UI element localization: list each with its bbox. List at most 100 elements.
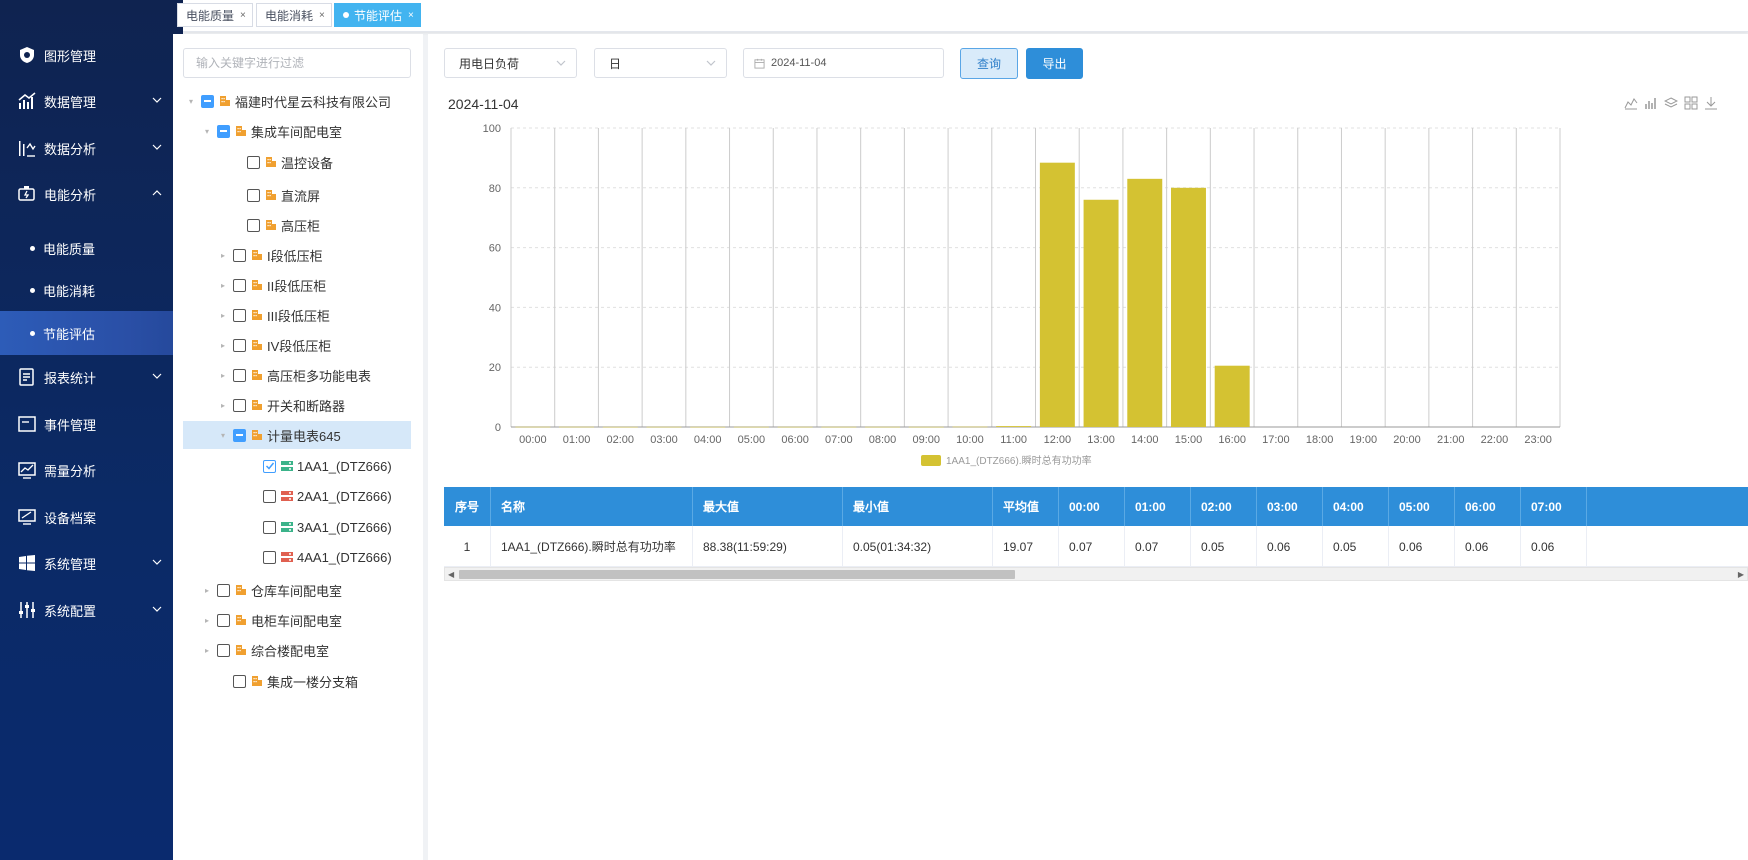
expand-arrow-icon[interactable]: ▾ bbox=[201, 127, 213, 136]
column-header[interactable]: 最大值 bbox=[693, 487, 843, 526]
date-picker[interactable]: 2024-11-04 bbox=[743, 48, 944, 78]
tree-checkbox[interactable] bbox=[217, 613, 230, 627]
sidebar-item-devices[interactable]: 设备档案 bbox=[0, 497, 183, 537]
tree-node[interactable]: ▾ 福建时代星云科技有限公司 bbox=[185, 87, 391, 115]
tree-checkbox[interactable] bbox=[247, 155, 260, 169]
tree-checkbox[interactable] bbox=[233, 338, 246, 352]
tree-node[interactable]: 集成一楼分支箱 bbox=[217, 667, 358, 695]
line-chart-icon[interactable] bbox=[1624, 96, 1638, 110]
column-header[interactable]: 07:00 bbox=[1521, 487, 1587, 526]
column-header[interactable]: 最小值 bbox=[843, 487, 993, 526]
bar-chart-icon[interactable] bbox=[1644, 96, 1658, 110]
column-header[interactable]: 05:00 bbox=[1389, 487, 1455, 526]
column-header[interactable]: 04:00 bbox=[1323, 487, 1389, 526]
expand-arrow-icon[interactable]: ▸ bbox=[217, 401, 229, 410]
tree-node[interactable]: 直流屏 bbox=[231, 181, 320, 209]
tree-node[interactable]: 高压柜 bbox=[231, 211, 320, 239]
stack-icon[interactable] bbox=[1664, 96, 1678, 110]
load-type-select[interactable]: 用电日负荷 bbox=[444, 48, 577, 78]
tab-power-quality[interactable]: 电能质量 × bbox=[177, 3, 253, 27]
scrollbar-thumb[interactable] bbox=[459, 570, 1015, 579]
query-button[interactable]: 查询 bbox=[960, 48, 1018, 79]
tree-filter-input[interactable] bbox=[183, 48, 411, 78]
tree-node[interactable]: ▸ 综合楼配电室 bbox=[201, 636, 329, 664]
tree-checkbox[interactable] bbox=[217, 643, 230, 657]
tree-node[interactable]: ▾ 计量电表645 bbox=[183, 421, 411, 449]
column-header[interactable]: 06:00 bbox=[1455, 487, 1521, 526]
sidebar-item-reports[interactable]: 报表统计 bbox=[0, 357, 183, 397]
tree-checkbox[interactable] bbox=[217, 583, 230, 597]
scroll-left-icon[interactable]: ◀ bbox=[448, 570, 454, 579]
sidebar-item-system-config[interactable]: 系统配置 bbox=[0, 590, 183, 630]
expand-arrow-icon[interactable]: ▸ bbox=[201, 586, 213, 595]
column-header[interactable]: 序号 bbox=[444, 487, 491, 526]
tab-power-consumption[interactable]: 电能消耗 × bbox=[256, 3, 332, 27]
tree-node[interactable]: 2AA1_(DTZ666) bbox=[247, 482, 392, 510]
tree-node[interactable]: ▸ 高压柜多功能电表 bbox=[217, 361, 371, 389]
expand-arrow-icon[interactable]: ▸ bbox=[217, 311, 229, 320]
horizontal-scrollbar[interactable]: ◀ ▶ bbox=[444, 567, 1748, 581]
tree-node[interactable]: ▸ III段低压柜 bbox=[217, 301, 330, 329]
scroll-right-icon[interactable]: ▶ bbox=[1738, 570, 1744, 579]
sidebar-item-demand[interactable]: 需量分析 bbox=[0, 450, 183, 490]
export-button[interactable]: 导出 bbox=[1026, 48, 1083, 79]
download-icon[interactable] bbox=[1704, 96, 1718, 110]
column-header[interactable]: 03:00 bbox=[1257, 487, 1323, 526]
tree-checkbox[interactable] bbox=[233, 248, 246, 262]
sidebar-item-data-management[interactable]: 数据管理 bbox=[0, 81, 183, 121]
tree-node[interactable]: ▸ I段低压柜 bbox=[217, 241, 323, 269]
tree-checkbox[interactable] bbox=[233, 308, 246, 322]
tree-node[interactable]: ▸ II段低压柜 bbox=[217, 271, 326, 299]
expand-arrow-icon[interactable]: ▾ bbox=[217, 431, 229, 440]
period-select[interactable]: 日 bbox=[594, 48, 727, 78]
tree-node[interactable]: ▸ 仓库车间配电室 bbox=[201, 576, 342, 604]
close-icon[interactable]: × bbox=[240, 10, 246, 21]
tab-energy-saving[interactable]: 节能评估 × bbox=[334, 3, 421, 27]
tree-checkbox[interactable] bbox=[263, 489, 276, 503]
expand-arrow-icon[interactable]: ▾ bbox=[185, 97, 197, 106]
tree-node[interactable]: ▸ IV段低压柜 bbox=[217, 331, 331, 359]
close-icon[interactable]: × bbox=[319, 10, 325, 21]
tree-checkbox[interactable] bbox=[233, 278, 246, 292]
tree-node[interactable]: ▸ 开关和断路器 bbox=[217, 391, 345, 419]
main-panel: 用电日负荷 日 2024-11-04 查询 导出 2024-11-04 0 20 4… bbox=[428, 34, 1748, 860]
sidebar-item-graphics[interactable]: 图形管理 bbox=[0, 35, 183, 75]
expand-arrow-icon[interactable]: ▸ bbox=[217, 281, 229, 290]
expand-arrow-icon[interactable]: ▸ bbox=[217, 341, 229, 350]
column-header[interactable]: 名称 bbox=[491, 487, 693, 526]
tree-node[interactable]: ▸ 电柜车间配电室 bbox=[201, 606, 342, 634]
sidebar-sub-energy-saving[interactable]: 节能评估 bbox=[0, 311, 183, 355]
close-icon[interactable]: × bbox=[408, 10, 414, 21]
tree-node[interactable]: 温控设备 bbox=[231, 148, 333, 176]
sidebar-item-data-analysis[interactable]: 数据分析 bbox=[0, 128, 183, 168]
tree-checkbox[interactable] bbox=[233, 674, 246, 688]
tree-checkbox[interactable] bbox=[217, 124, 230, 138]
tree-node[interactable]: 1AA1_(DTZ666) bbox=[247, 452, 392, 480]
tree-checkbox[interactable] bbox=[201, 94, 214, 108]
expand-arrow-icon[interactable]: ▸ bbox=[201, 646, 213, 655]
tree-node[interactable]: 3AA1_(DTZ666) bbox=[247, 513, 392, 541]
tree-checkbox[interactable] bbox=[263, 520, 276, 534]
sidebar-sub-power-consumption[interactable]: 电能消耗 bbox=[0, 268, 183, 312]
column-header[interactable]: 平均值 bbox=[993, 487, 1059, 526]
expand-arrow-icon[interactable]: ▸ bbox=[217, 371, 229, 380]
sidebar-sub-power-quality[interactable]: 电能质量 bbox=[0, 226, 183, 270]
tree-checkbox[interactable] bbox=[247, 188, 260, 202]
tree-checkbox[interactable] bbox=[233, 398, 246, 412]
sidebar-item-system-management[interactable]: 系统管理 bbox=[0, 543, 183, 583]
column-header[interactable]: 02:00 bbox=[1191, 487, 1257, 526]
expand-arrow-icon[interactable]: ▸ bbox=[217, 251, 229, 260]
column-header[interactable]: 01:00 bbox=[1125, 487, 1191, 526]
grid-view-icon[interactable] bbox=[1684, 96, 1698, 110]
column-header[interactable]: 00:00 bbox=[1059, 487, 1125, 526]
expand-arrow-icon[interactable]: ▸ bbox=[201, 616, 213, 625]
sidebar-item-energy-analysis[interactable]: 电能分析 bbox=[0, 174, 183, 214]
tree-checkbox[interactable] bbox=[263, 550, 276, 564]
tree-node[interactable]: 4AA1_(DTZ666) bbox=[247, 543, 392, 571]
tree-checkbox[interactable] bbox=[233, 428, 246, 442]
sidebar-item-events[interactable]: 事件管理 bbox=[0, 404, 183, 444]
tree-checkbox[interactable] bbox=[247, 218, 260, 232]
tree-checkbox[interactable] bbox=[263, 459, 276, 473]
tree-node[interactable]: ▾ 集成车间配电室 bbox=[201, 117, 342, 145]
tree-checkbox[interactable] bbox=[233, 368, 246, 382]
